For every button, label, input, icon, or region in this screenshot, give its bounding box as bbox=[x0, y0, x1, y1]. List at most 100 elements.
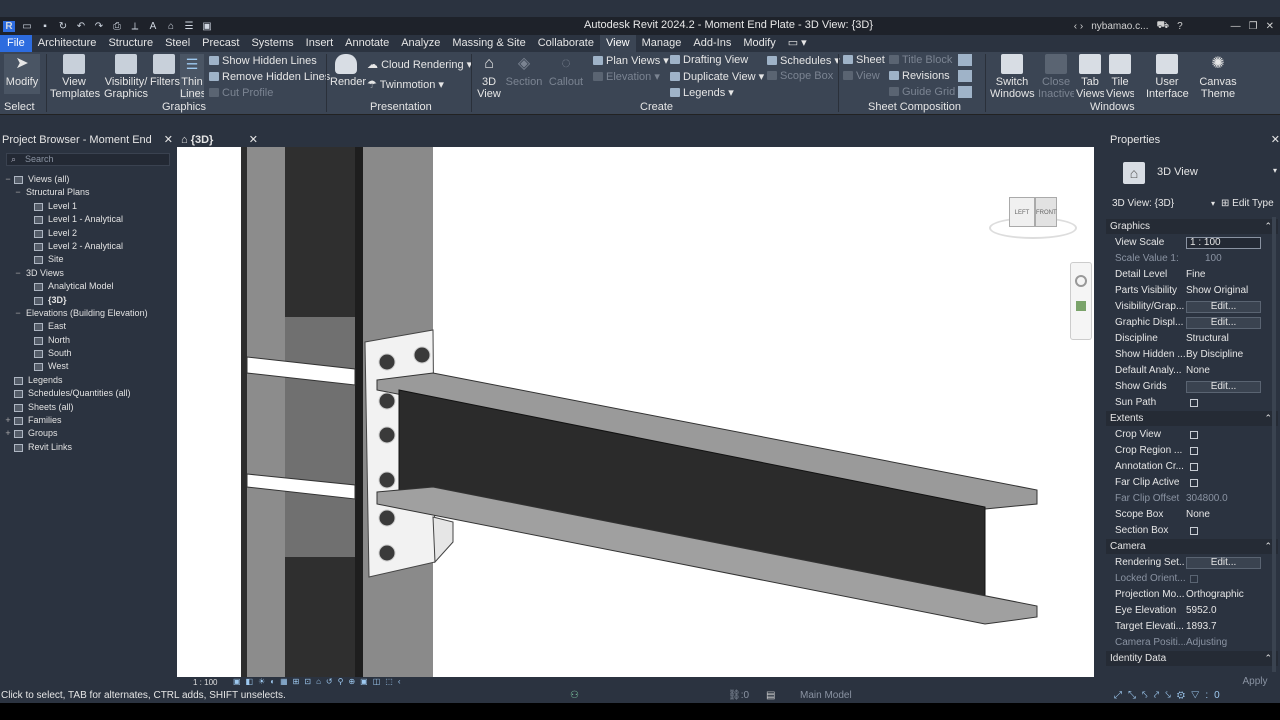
collapse-icon[interactable]: ⌃ bbox=[1264, 219, 1272, 234]
browser-item[interactable]: Site bbox=[0, 253, 176, 266]
minimize-icon[interactable]: — bbox=[1231, 21, 1241, 32]
design-options-icon[interactable]: ▤ bbox=[766, 689, 775, 703]
tab-file[interactable]: File bbox=[0, 35, 32, 52]
browser-item[interactable]: −3D Views bbox=[0, 267, 176, 280]
edit-type-button[interactable]: ⊞ Edit Type bbox=[1221, 197, 1279, 211]
collapse-icon[interactable]: − bbox=[14, 186, 22, 199]
view-button[interactable]: View bbox=[843, 70, 880, 82]
3d-view-button[interactable]: ⌂ 3D View bbox=[475, 54, 503, 100]
home-icon[interactable]: ⌂ bbox=[165, 21, 177, 32]
revit-logo-icon[interactable]: R bbox=[3, 20, 15, 32]
tile-views-button[interactable]: Tile Views bbox=[1106, 54, 1134, 99]
tab-analyze[interactable]: Analyze bbox=[395, 35, 446, 52]
browser-item[interactable]: + Groups bbox=[0, 427, 176, 440]
close-icon[interactable]: ✕ bbox=[1266, 21, 1274, 32]
guide-grid-button[interactable]: Guide Grid bbox=[889, 86, 955, 98]
select-panel-label[interactable]: Select bbox=[4, 101, 35, 113]
property-value[interactable]: Structural bbox=[1186, 331, 1229, 347]
property-checkbox[interactable] bbox=[1190, 463, 1198, 471]
measure-icon[interactable]: ⟂ bbox=[129, 21, 141, 32]
tab-architecture[interactable]: Architecture bbox=[32, 35, 103, 52]
maximize-icon[interactable]: ❐ bbox=[1249, 21, 1258, 32]
viewcube-left-face[interactable]: LEFT bbox=[1009, 197, 1035, 227]
property-value[interactable]: Show Original bbox=[1186, 283, 1248, 299]
tab-precast[interactable]: Precast bbox=[196, 35, 245, 52]
property-value[interactable]: 5952.0 bbox=[1186, 603, 1217, 619]
elevation-button[interactable]: Elevation ▾ bbox=[593, 70, 660, 83]
tab-systems[interactable]: Systems bbox=[245, 35, 299, 52]
tab-views-button[interactable]: Tab Views bbox=[1076, 54, 1104, 99]
viewcube-front-face[interactable]: FRONT bbox=[1035, 197, 1057, 227]
browser-item[interactable]: North bbox=[0, 334, 176, 347]
browser-item[interactable]: {3D} bbox=[0, 294, 176, 307]
edit-button[interactable]: Edit... bbox=[1186, 301, 1261, 313]
zoom-icon[interactable] bbox=[1076, 301, 1086, 311]
property-checkbox[interactable] bbox=[1190, 575, 1198, 583]
property-checkbox[interactable] bbox=[1190, 431, 1198, 439]
print-icon[interactable]: ⎙ bbox=[111, 21, 123, 32]
property-section-header[interactable]: Graphics ⌃ bbox=[1106, 219, 1278, 234]
property-section-header[interactable]: Identity Data ⌃ bbox=[1106, 651, 1278, 666]
property-value[interactable]: Fine bbox=[1186, 267, 1205, 283]
edit-button[interactable]: Edit... bbox=[1186, 381, 1261, 393]
browser-item[interactable]: South bbox=[0, 347, 176, 360]
property-checkbox[interactable] bbox=[1190, 399, 1198, 407]
switch-windows-button[interactable]: Switch Windows bbox=[990, 54, 1035, 100]
contextual-tab-icon[interactable]: ▭ ▾ bbox=[782, 35, 813, 52]
model-selector[interactable]: Main Model bbox=[800, 689, 852, 703]
tab-view[interactable]: View bbox=[599, 35, 636, 52]
legends-button[interactable]: Legends ▾ bbox=[670, 86, 734, 99]
tab-add-ins[interactable]: Add-Ins bbox=[687, 35, 737, 52]
edit-button[interactable]: Edit... bbox=[1186, 557, 1261, 569]
thin-lines-button[interactable]: ☰ Thin Lines bbox=[180, 54, 204, 99]
browser-item[interactable]: West bbox=[0, 360, 176, 373]
text-icon[interactable]: A bbox=[147, 21, 159, 32]
property-checkbox[interactable] bbox=[1190, 447, 1198, 455]
browser-item[interactable]: Level 2 bbox=[0, 227, 176, 240]
property-section-header[interactable]: Extents ⌃ bbox=[1106, 411, 1278, 426]
schedules-button[interactable]: Schedules ▾ bbox=[767, 54, 840, 67]
matchline-icon[interactable] bbox=[958, 70, 972, 82]
title-block-button[interactable]: Title Block bbox=[889, 54, 952, 66]
expand-icon[interactable]: + bbox=[4, 427, 12, 440]
type-selector[interactable]: ⌂ 3D View ▾ bbox=[1109, 150, 1277, 196]
cut-profile-button[interactable]: Cut Profile bbox=[209, 87, 273, 99]
browser-item[interactable]: Sheets (all) bbox=[0, 401, 176, 414]
switch-windows-icon[interactable]: ▣ bbox=[201, 21, 213, 32]
twinmotion-button[interactable]: ☂ Twinmotion ▾ bbox=[367, 78, 444, 91]
view-scale[interactable]: 1 : 100 bbox=[193, 678, 217, 687]
close-icon[interactable]: ✕ bbox=[249, 133, 258, 147]
thin-lines-icon[interactable]: ☰ bbox=[183, 21, 195, 32]
remove-hidden-lines-button[interactable]: Remove Hidden Lines bbox=[209, 71, 330, 83]
tab-manage[interactable]: Manage bbox=[636, 35, 688, 52]
modify-button[interactable]: ➤ Modify bbox=[4, 54, 40, 94]
property-value[interactable]: Orthographic bbox=[1186, 587, 1244, 603]
collapse-icon[interactable]: − bbox=[4, 173, 12, 186]
undo-icon[interactable]: ↶ bbox=[75, 21, 87, 32]
user-interface-button[interactable]: User Interface bbox=[1146, 54, 1189, 100]
browser-item[interactable]: Analytical Model bbox=[0, 280, 176, 293]
sheet-button[interactable]: Sheet bbox=[843, 54, 885, 66]
collapse-icon[interactable]: ⌃ bbox=[1264, 651, 1272, 666]
save-icon[interactable]: ▪ bbox=[39, 21, 51, 32]
browser-item[interactable]: − Structural Plans bbox=[0, 186, 176, 199]
browser-item[interactable]: Schedules/Quantities (all) bbox=[0, 387, 176, 400]
tab-modify[interactable]: Modify bbox=[737, 35, 781, 52]
view-scale-input[interactable]: 1 : 100 bbox=[1186, 237, 1261, 249]
browser-item[interactable]: Revit Links bbox=[0, 441, 176, 454]
help-button[interactable]: ? bbox=[1177, 21, 1183, 32]
instance-selector[interactable]: 3D View: {3D} ▾ bbox=[1109, 197, 1215, 211]
show-hidden-lines-button[interactable]: Show Hidden Lines bbox=[209, 55, 317, 67]
visibility-graphics-button[interactable]: Visibility/ Graphics bbox=[104, 54, 148, 99]
selection-filter-icons[interactable]: ⤢⤡⤣⤤⤥⚙▽:0 bbox=[1114, 689, 1226, 703]
duplicate-view-button[interactable]: Duplicate View ▾ bbox=[670, 70, 764, 83]
plan-views-button[interactable]: Plan Views ▾ bbox=[593, 54, 669, 67]
callout-button[interactable]: ◌ Callout bbox=[548, 54, 584, 88]
canvas-theme-button[interactable]: ✺ Canvas Theme bbox=[1196, 54, 1240, 99]
browser-item[interactable]: East bbox=[0, 320, 176, 333]
browser-item[interactable]: − Views (all) bbox=[0, 173, 176, 186]
tab-collaborate[interactable]: Collaborate bbox=[532, 35, 600, 52]
filters-button[interactable]: Filters bbox=[150, 54, 180, 88]
tab-steel[interactable]: Steel bbox=[159, 35, 196, 52]
view-tab-3d[interactable]: ⌂ {3D} ✕ bbox=[177, 133, 262, 147]
